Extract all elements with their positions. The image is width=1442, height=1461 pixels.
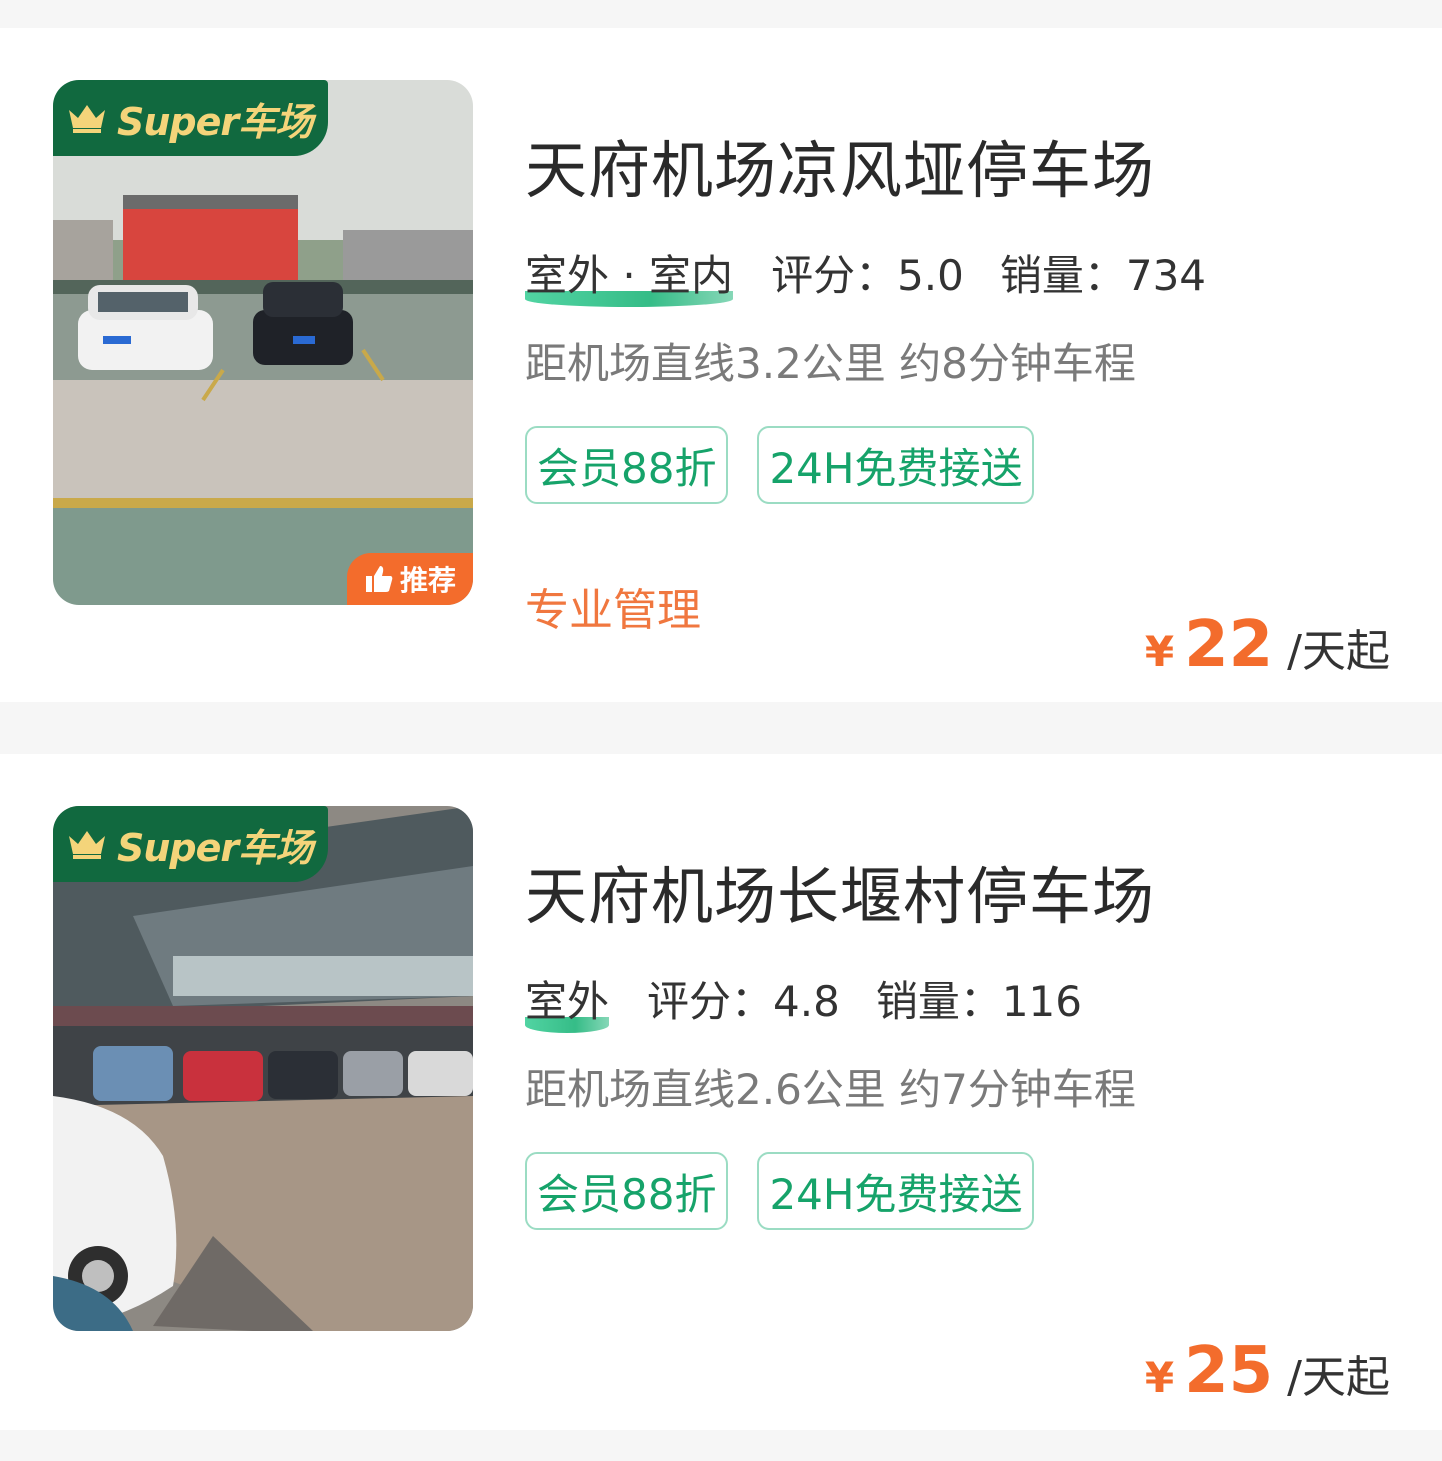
- distance-info: 距机场直线3.2公里 约8分钟车程: [525, 339, 1136, 388]
- feature-label: 专业管理: [525, 585, 701, 636]
- lot-type-label: 室外: [525, 977, 610, 1026]
- price: ¥ 22 /天起: [1145, 608, 1390, 682]
- parking-lot-photo[interactable]: Super车场: [53, 806, 473, 1331]
- parking-lot-meta: 室外 · 室内 评分：5.0 销量：734: [525, 242, 1207, 307]
- lot-type: 室外: [525, 968, 610, 1033]
- super-lot-label: Super车场: [117, 825, 313, 870]
- price-unit: /天起: [1287, 1352, 1390, 1403]
- crown-icon: [69, 831, 105, 859]
- tag-free-shuttle: 24H免费接送: [757, 1152, 1035, 1230]
- parking-lot-card[interactable]: Super车场 推荐 天府机场凉风垭停车场 室外 · 室内 评分：5.0 销量：…: [0, 28, 1442, 702]
- parking-lot-title[interactable]: 天府机场长堰村停车场: [525, 846, 1155, 936]
- rating: 评分：4.8: [647, 977, 840, 1026]
- parking-lot-title[interactable]: 天府机场凉风垭停车场: [525, 120, 1155, 210]
- sales-count: 销量：734: [999, 251, 1207, 300]
- parking-lot-card[interactable]: Super车场 天府机场长堰村停车场 室外 评分：4.8 销量：116 距机场直…: [0, 754, 1442, 1430]
- distance-info: 距机场直线2.6公里 约7分钟车程: [525, 1065, 1136, 1114]
- rating: 评分：5.0: [771, 251, 964, 300]
- price-amount: 22: [1184, 608, 1274, 682]
- price: ¥ 25 /天起: [1145, 1334, 1390, 1408]
- recommend-badge: 推荐: [347, 553, 473, 605]
- recommend-label: 推荐: [399, 564, 456, 597]
- lot-type-label: 室外 · 室内: [525, 251, 734, 300]
- sales-count: 销量：116: [875, 977, 1082, 1026]
- thumbs-up-icon: [365, 566, 393, 592]
- price-amount: 25: [1184, 1334, 1274, 1408]
- parking-lot-photo[interactable]: Super车场 推荐: [53, 80, 473, 605]
- outdoor-parking-image: [53, 80, 473, 605]
- covered-parking-image: [53, 806, 473, 1331]
- parking-lot-meta: 室外 评分：4.8 销量：116: [525, 968, 1082, 1033]
- tag-list: 会员88折 24H免费接送: [525, 1152, 1035, 1230]
- card-separator: [0, 702, 1442, 754]
- currency-symbol: ¥: [1144, 627, 1175, 676]
- tag-member-discount: 会员88折: [525, 426, 729, 504]
- tag-member-discount: 会员88折: [525, 1152, 729, 1230]
- top-gap: [0, 0, 1442, 28]
- super-lot-badge: Super车场: [53, 806, 328, 882]
- lot-type: 室外 · 室内: [525, 242, 734, 307]
- super-lot-label: Super车场: [117, 99, 313, 144]
- super-lot-badge: Super车场: [53, 80, 328, 156]
- currency-symbol: ¥: [1144, 1353, 1175, 1402]
- crown-icon: [69, 105, 105, 133]
- bottom-gap: [0, 1430, 1442, 1461]
- price-unit: /天起: [1287, 626, 1390, 677]
- tag-free-shuttle: 24H免费接送: [757, 426, 1035, 504]
- tag-list: 会员88折 24H免费接送: [525, 426, 1035, 504]
